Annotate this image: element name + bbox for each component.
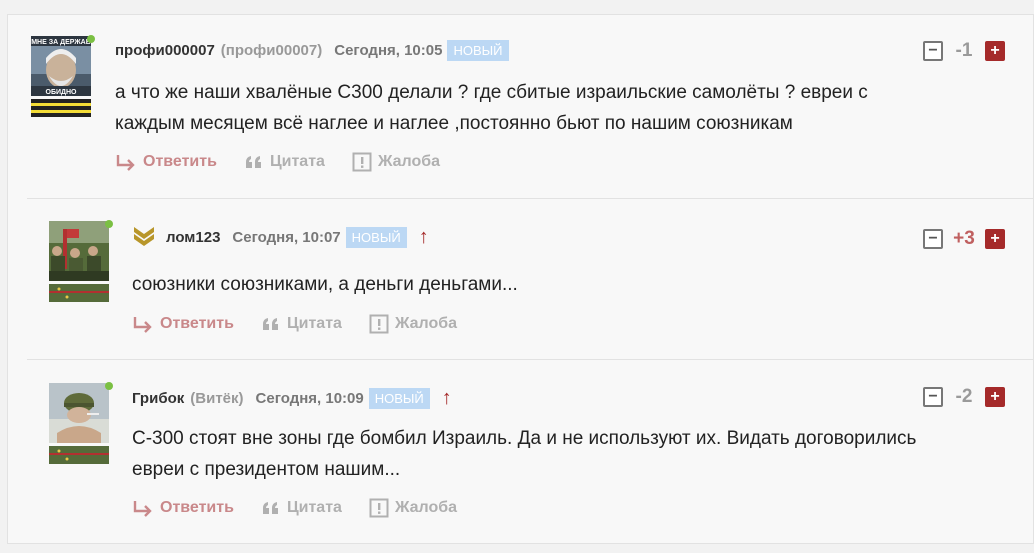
avatar-caption-bottom: ОБИДНО <box>46 89 78 96</box>
vote-up-button[interactable]: + <box>985 229 1005 249</box>
vote-down-button[interactable]: − <box>923 229 943 249</box>
reply-label: Ответить <box>160 315 234 332</box>
quote-button[interactable]: Цитата <box>261 499 342 517</box>
divider <box>27 359 1033 360</box>
comment-text: а что же наши хвалёные С300 делали ? где… <box>115 77 868 139</box>
comment-score: +3 <box>953 228 975 249</box>
complaint-icon <box>369 498 389 518</box>
avatar[interactable] <box>49 383 109 443</box>
new-badge: НОВЫЙ <box>368 388 430 409</box>
online-indicator <box>87 35 95 43</box>
comment-text-line: а что же наши хвалёные С300 делали ? где… <box>115 82 868 103</box>
comment-date[interactable]: Сегодня, 10:09 <box>256 390 364 407</box>
reply-icon <box>116 155 135 171</box>
user-avatar-block[interactable]: МНЕ ЗА ДЕРЖАВ ОБИДНО <box>31 36 91 117</box>
parent-arrow-icon[interactable]: ↑ <box>442 387 452 410</box>
avatar-caption-top: МНЕ ЗА ДЕРЖАВ <box>31 39 91 46</box>
quote-icon <box>262 318 278 330</box>
rank-ribbon <box>31 99 91 117</box>
comment-date[interactable]: Сегодня, 10:05 <box>334 42 442 59</box>
quote-label: Цитата <box>286 315 342 332</box>
vote-controls: − -1 + <box>923 40 1005 62</box>
complaint-button[interactable]: Жалоба <box>352 152 440 172</box>
reply-label: Ответить <box>143 153 217 170</box>
comment-text-line: евреи с президентом нашим... <box>132 459 401 480</box>
author-alias: (профи00007) <box>220 42 323 59</box>
comment-score: -2 <box>955 386 973 407</box>
complaint-label: Жалоба <box>394 315 457 332</box>
comment-text-line: каждым месяцем всё наглее и наглее ,пост… <box>115 113 793 134</box>
author-name[interactable]: профи000007 <box>115 42 215 59</box>
user-avatar-block[interactable] <box>49 221 109 302</box>
new-badge: НОВЫЙ <box>345 226 407 248</box>
online-indicator <box>105 220 113 228</box>
comment-actions: Ответить Цитата Жалоба <box>115 152 467 172</box>
vote-down-button[interactable]: − <box>923 41 943 61</box>
author-name[interactable]: лом123 <box>166 229 220 246</box>
comment-header: лом123 Сегодня, 10:07 НОВЫЙ ↑ <box>132 225 429 249</box>
reply-button[interactable]: Ответить <box>132 315 234 333</box>
minus-icon: − <box>928 388 938 405</box>
comment-header: профи000007 (профи00007) Сегодня, 10:05 … <box>115 40 509 61</box>
vote-controls: − -2 + <box>923 386 1005 408</box>
quote-icon <box>245 156 261 168</box>
divider <box>27 198 1033 199</box>
rank-chevron-icon <box>134 227 154 246</box>
vote-up-button[interactable]: + <box>985 41 1005 61</box>
minus-icon: − <box>928 230 938 247</box>
online-indicator <box>105 382 113 390</box>
plus-icon: + <box>990 42 1000 59</box>
quote-label: Цитата <box>269 153 325 170</box>
comment-text-line: С-300 стоят вне зоны где бомбил Израиль.… <box>132 428 917 449</box>
new-badge: НОВЫЙ <box>447 40 509 61</box>
plus-icon: + <box>990 388 1000 405</box>
complaint-label: Жалоба <box>377 153 440 170</box>
comment-text: союзники союзниками, а деньги деньгами..… <box>132 269 518 300</box>
reply-icon <box>133 317 152 333</box>
user-avatar-block[interactable] <box>49 383 109 464</box>
complaint-icon <box>369 314 389 334</box>
comment-header: Грибок (Витёк) Сегодня, 10:09 НОВЫЙ ↑ <box>132 387 452 410</box>
complaint-button[interactable]: Жалоба <box>369 314 457 334</box>
rank-ribbon <box>49 284 109 302</box>
author-alias: (Витёк) <box>190 390 244 407</box>
vote-up-button[interactable]: + <box>985 387 1005 407</box>
author-name[interactable]: Грибок <box>132 390 184 407</box>
vote-down-button[interactable]: − <box>923 387 943 407</box>
complaint-button[interactable]: Жалоба <box>369 498 457 518</box>
comment-score: -1 <box>955 40 973 61</box>
quote-icon <box>262 502 278 514</box>
reply-button[interactable]: Ответить <box>115 153 217 171</box>
comments-panel: МНЕ ЗА ДЕРЖАВ ОБИДНО профи000007 (профи0… <box>7 14 1034 544</box>
reply-button[interactable]: Ответить <box>132 499 234 517</box>
quote-label: Цитата <box>286 499 342 516</box>
parent-arrow-icon[interactable]: ↑ <box>419 226 429 249</box>
complaint-label: Жалоба <box>394 499 457 516</box>
reply-icon <box>133 501 152 517</box>
comment-text: С-300 стоят вне зоны где бомбил Израиль.… <box>132 423 916 485</box>
vote-controls: − +3 + <box>923 228 1005 250</box>
plus-icon: + <box>990 230 1000 247</box>
comment-actions: Ответить Цитата Жалоба <box>132 314 484 334</box>
complaint-icon <box>352 152 372 172</box>
avatar[interactable]: МНЕ ЗА ДЕРЖАВ ОБИДНО <box>31 36 91 96</box>
reply-label: Ответить <box>160 499 234 516</box>
comment-text-line: союзники союзниками, а деньги деньгами..… <box>132 274 518 295</box>
minus-icon: − <box>928 42 938 59</box>
rank-ribbon <box>49 446 109 464</box>
avatar[interactable] <box>49 221 109 281</box>
comment-actions: Ответить Цитата Жалоба <box>132 498 484 518</box>
comment-date[interactable]: Сегодня, 10:07 <box>232 229 340 246</box>
quote-button[interactable]: Цитата <box>261 315 342 333</box>
quote-button[interactable]: Цитата <box>244 153 325 171</box>
